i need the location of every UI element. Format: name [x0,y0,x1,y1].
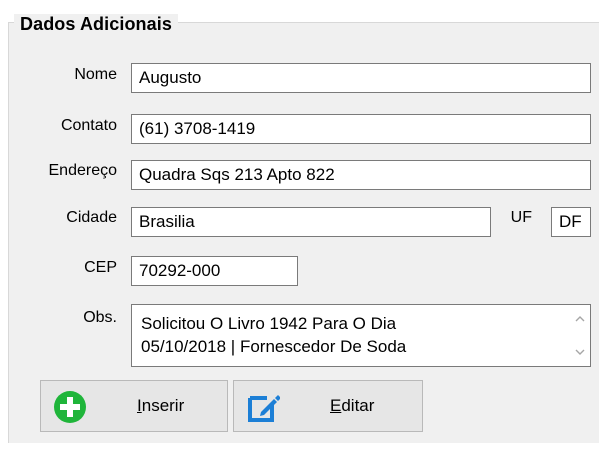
obs-line-1: Solicitou O Livro 1942 Para O Dia [141,314,397,333]
uf-label: UF [510,209,532,226]
scroll-down-icon[interactable] [575,347,585,357]
nome-label: Nome [74,66,117,83]
inserir-button[interactable]: Inserir [40,380,228,432]
uf-field[interactable]: DF [551,207,591,237]
obs-textarea[interactable]: Solicitou O Livro 1942 Para O Dia 05/10/… [131,304,591,367]
cidade-label: Cidade [66,209,117,226]
endereco-field[interactable]: Quadra Sqs 213 Apto 822 [131,160,591,190]
contato-field[interactable]: (61) 3708-1419 [131,114,591,144]
group-title: Dados Adicionais [14,14,178,35]
contato-label: Contato [60,117,117,134]
endereco-label: Endereço [48,162,118,179]
obs-scrollbar[interactable] [571,306,589,365]
edit-icon [248,395,280,422]
cep-label: CEP [84,259,117,276]
editar-label: Editar [330,396,375,415]
obs-line-2: 05/10/2018 | Fornescedor De Soda [141,337,407,356]
cep-field[interactable]: 70292-000 [131,256,298,286]
scroll-up-icon[interactable] [575,314,585,324]
editar-button[interactable]: Editar [233,380,423,432]
nome-field[interactable]: Augusto [131,63,591,93]
plus-circle-icon [54,391,86,423]
cidade-field[interactable]: Brasilia [131,207,491,237]
inserir-label: Inserir [137,396,185,415]
obs-label: Obs. [83,309,117,326]
